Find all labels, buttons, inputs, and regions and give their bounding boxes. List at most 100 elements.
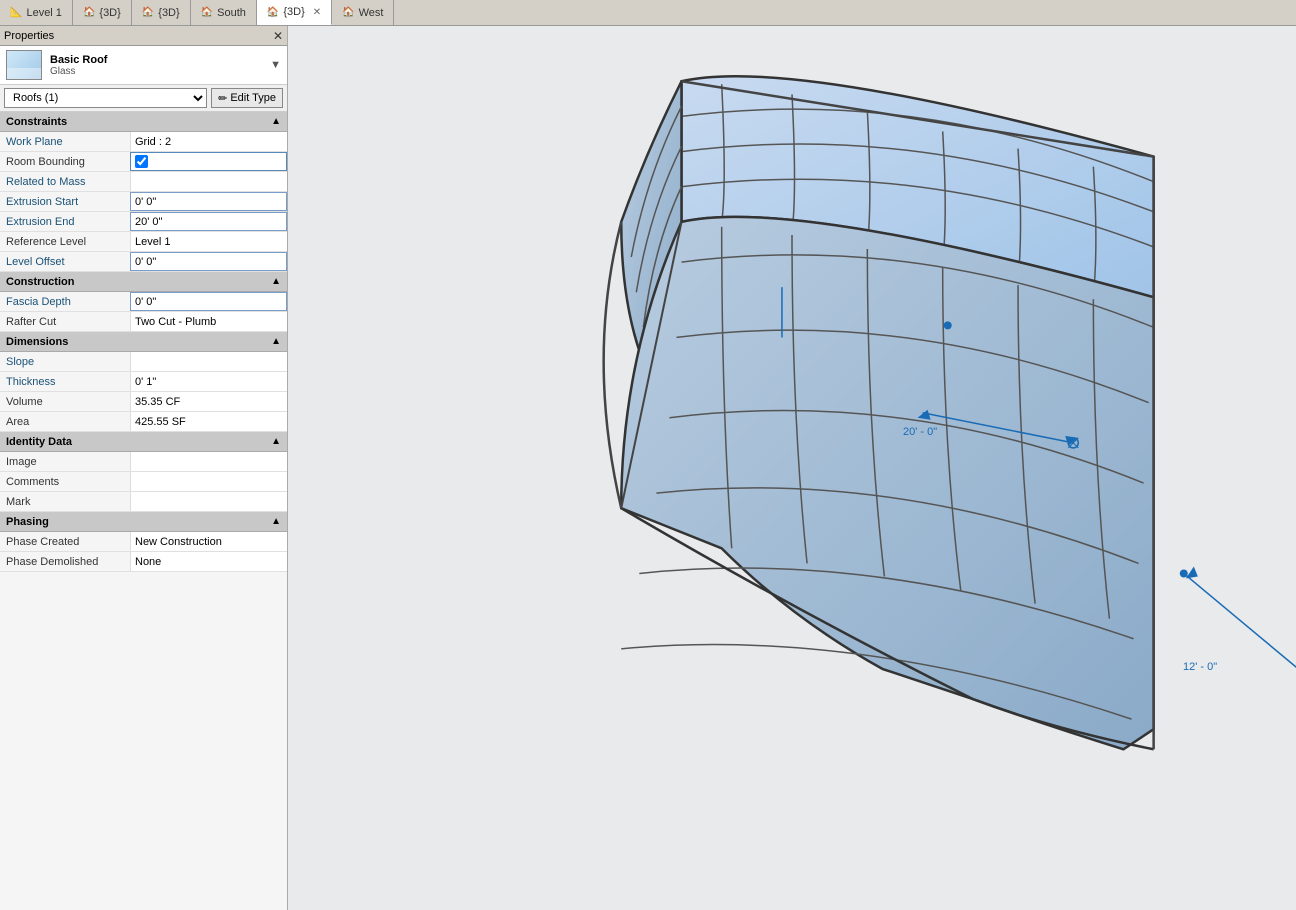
prop-phase-demolished: Phase Demolished None <box>0 552 287 572</box>
prop-volume-label: Volume <box>0 394 130 410</box>
section-construction-collapse[interactable]: ▲ <box>271 276 281 287</box>
tab-label-south: South <box>217 7 246 19</box>
prop-phase-demolished-value[interactable]: None <box>130 552 287 571</box>
prop-room-bounding-value[interactable] <box>130 152 287 171</box>
prop-thickness-value: 0' 1" <box>130 372 287 391</box>
prop-area: Area 425.55 SF <box>0 412 287 432</box>
prop-area-value: 425.55 SF <box>130 412 287 431</box>
viewport-background: 20' - 0" 12' - 0" <box>288 26 1296 910</box>
prop-image-value[interactable] <box>130 452 287 471</box>
prop-fascia-depth-label: Fascia Depth <box>0 294 130 310</box>
tab-south[interactable]: 🏠 South <box>191 0 257 25</box>
prop-extrusion-end: Extrusion End 20' 0" <box>0 212 287 232</box>
prop-related-to-mass-label: Related to Mass <box>0 174 130 190</box>
tab-label-3d3: {3D} <box>283 6 304 18</box>
section-identity-data-title: Identity Data <box>6 436 72 448</box>
prop-thickness-label: Thickness <box>0 374 130 390</box>
prop-room-bounding-label: Room Bounding <box>0 154 130 170</box>
section-phasing[interactable]: Phasing ▲ <box>0 512 287 532</box>
prop-extrusion-start: Extrusion Start 0' 0" <box>0 192 287 212</box>
section-identity-data[interactable]: Identity Data ▲ <box>0 432 287 452</box>
prop-level-offset-value[interactable]: 0' 0" <box>130 252 287 271</box>
prop-room-bounding: Room Bounding <box>0 152 287 172</box>
selector-row: Roofs (1) ✏ Edit Type <box>0 85 287 112</box>
edit-type-button[interactable]: ✏ Edit Type <box>211 88 283 108</box>
tab-label-level1: Level 1 <box>26 7 61 19</box>
prop-slope: Slope <box>0 352 287 372</box>
prop-phase-created: Phase Created New Construction <box>0 532 287 552</box>
tab-3d2[interactable]: 🏠 {3D} <box>132 0 191 25</box>
prop-image-label: Image <box>0 454 130 470</box>
section-constraints[interactable]: Constraints ▲ <box>0 112 287 132</box>
type-name: Basic Roof Glass <box>50 54 107 77</box>
prop-comments: Comments <box>0 472 287 492</box>
tab-close-3d3[interactable]: ✕ <box>313 7 321 18</box>
edit-type-label: Edit Type <box>230 92 276 104</box>
type-dropdown-arrow[interactable]: ▼ <box>270 59 281 71</box>
properties-scroll[interactable]: Constraints ▲ Work Plane Grid : 2 Room B… <box>0 112 287 910</box>
tab-icon-level1: 📐 <box>10 7 22 18</box>
prop-level-offset: Level Offset 0' 0" <box>0 252 287 272</box>
prop-fascia-depth-value[interactable]: 0' 0" <box>130 292 287 311</box>
prop-phase-demolished-label: Phase Demolished <box>0 554 130 570</box>
prop-volume: Volume 35.35 CF <box>0 392 287 412</box>
section-dimensions[interactable]: Dimensions ▲ <box>0 332 287 352</box>
prop-area-label: Area <box>0 414 130 430</box>
prop-mark-value[interactable] <box>130 492 287 511</box>
room-bounding-checkbox[interactable] <box>135 155 148 168</box>
section-phasing-title: Phasing <box>6 516 49 528</box>
prop-work-plane-label: Work Plane <box>0 134 130 150</box>
section-construction-title: Construction <box>6 276 74 288</box>
section-dimensions-collapse[interactable]: ▲ <box>271 336 281 347</box>
prop-thickness: Thickness 0' 1" <box>0 372 287 392</box>
type-preview: Basic Roof Glass ▼ <box>0 46 287 85</box>
tab-west[interactable]: 🏠 West <box>332 0 394 25</box>
section-phasing-collapse[interactable]: ▲ <box>271 516 281 527</box>
prop-extrusion-end-value[interactable]: 20' 0" <box>130 212 287 231</box>
prop-comments-value[interactable] <box>130 472 287 491</box>
main-content: Properties ✕ Basic Roof Glass ▼ Roofs (1… <box>0 26 1296 910</box>
prop-rafter-cut-value[interactable]: Two Cut - Plumb <box>130 312 287 331</box>
prop-reference-level-value[interactable]: Level 1 <box>130 232 287 251</box>
dimension-12ft: 12' - 0" <box>1183 661 1217 673</box>
properties-panel: Properties ✕ Basic Roof Glass ▼ Roofs (1… <box>0 26 288 910</box>
type-icon <box>6 50 42 80</box>
prop-reference-level-label: Reference Level <box>0 234 130 250</box>
section-constraints-collapse[interactable]: ▲ <box>271 116 281 127</box>
element-selector[interactable]: Roofs (1) <box>4 88 207 108</box>
prop-comments-label: Comments <box>0 474 130 490</box>
prop-phase-created-label: Phase Created <box>0 534 130 550</box>
prop-mark-label: Mark <box>0 494 130 510</box>
prop-work-plane: Work Plane Grid : 2 <box>0 132 287 152</box>
tab-label-3d2: {3D} <box>158 7 179 19</box>
prop-volume-value: 35.35 CF <box>130 392 287 411</box>
prop-reference-level: Reference Level Level 1 <box>0 232 287 252</box>
prop-phase-created-value[interactable]: New Construction <box>130 532 287 551</box>
tab-level1[interactable]: 📐 Level 1 <box>0 0 73 25</box>
tab-bar: 📐 Level 1 🏠 {3D} 🏠 {3D} 🏠 South 🏠 {3D} ✕… <box>0 0 1296 26</box>
prop-fascia-depth: Fascia Depth 0' 0" <box>0 292 287 312</box>
tab-3d3[interactable]: 🏠 {3D} ✕ <box>257 0 332 25</box>
section-dimensions-title: Dimensions <box>6 336 68 348</box>
section-construction[interactable]: Construction ▲ <box>0 272 287 292</box>
tab-label-west: West <box>359 7 384 19</box>
section-identity-collapse[interactable]: ▲ <box>271 436 281 447</box>
tab-3d1[interactable]: 🏠 {3D} <box>73 0 132 25</box>
prop-work-plane-value[interactable]: Grid : 2 <box>130 132 287 151</box>
prop-related-to-mass-value <box>130 172 287 191</box>
tab-icon-3d2: 🏠 <box>142 7 154 18</box>
prop-mark: Mark <box>0 492 287 512</box>
edit-type-icon: ✏ <box>218 92 227 105</box>
tab-icon-west: 🏠 <box>342 7 354 18</box>
prop-extrusion-start-value[interactable]: 0' 0" <box>130 192 287 211</box>
tab-icon-south: 🏠 <box>201 7 213 18</box>
type-sub-label: Glass <box>50 66 107 77</box>
prop-extrusion-end-label: Extrusion End <box>0 214 130 230</box>
prop-rafter-cut-label: Rafter Cut <box>0 314 130 330</box>
tab-icon-3d1: 🏠 <box>83 7 95 18</box>
section-constraints-title: Constraints <box>6 116 67 128</box>
viewport[interactable]: 20' - 0" 12' - 0" <box>288 26 1296 910</box>
prop-slope-label: Slope <box>0 354 130 370</box>
prop-extrusion-start-label: Extrusion Start <box>0 194 130 210</box>
properties-close-button[interactable]: ✕ <box>273 29 283 43</box>
